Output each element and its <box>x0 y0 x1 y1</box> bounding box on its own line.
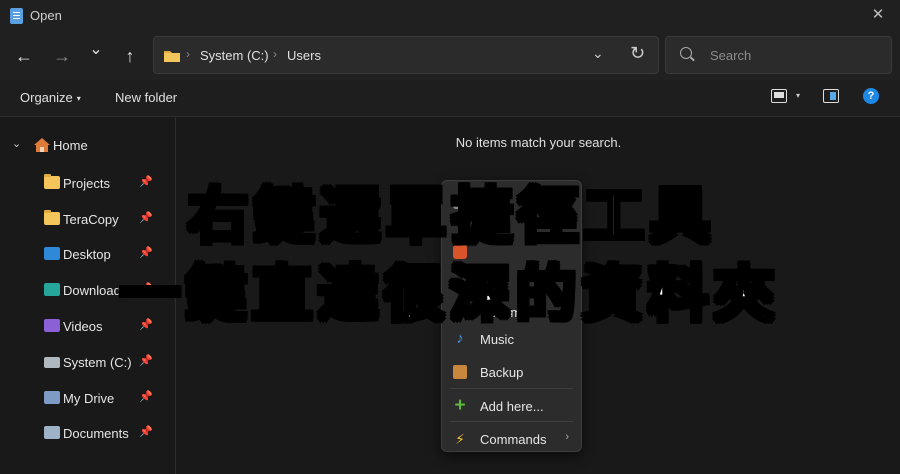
sidebar-item-documents[interactable]: Documents 📌 <box>0 419 170 447</box>
folder-icon <box>164 51 180 62</box>
menu-item-label: Backup <box>480 365 524 380</box>
notepad-icon <box>10 8 23 24</box>
sidebar-item-label: Documents <box>63 426 129 441</box>
menu-item-backup[interactable]: Backup <box>442 359 581 385</box>
menu-item-commands[interactable]: ⚡ Commands › <box>442 426 581 452</box>
sidebar-item-system-c[interactable]: System (C:) 📌 <box>0 348 170 376</box>
bolt-icon: ⚡ <box>455 431 465 447</box>
caret-down-icon: ▾ <box>76 94 81 104</box>
search-box[interactable]: Search <box>665 36 892 74</box>
search-placeholder: Search <box>710 48 752 63</box>
menu-separator <box>450 388 573 389</box>
menu-item-label: Music <box>480 332 514 347</box>
overlay-subheadline: 一鍵直達很深的資料夾 <box>119 259 780 332</box>
recent-locations-button[interactable]: ⌄ <box>82 36 110 64</box>
address-dropdown-button[interactable]: ⌄ <box>592 45 604 62</box>
help-button[interactable]: ? <box>863 88 879 104</box>
sidebar-item-home[interactable]: ⌄ Home <box>0 135 170 159</box>
sidebar-item-label: System (C:) <box>63 355 132 370</box>
search-icon <box>680 47 692 59</box>
back-button[interactable]: ← <box>10 42 38 70</box>
plus-icon: + <box>454 395 466 416</box>
refresh-button[interactable]: ↻ <box>630 43 645 64</box>
cloud-drive-icon <box>44 391 60 404</box>
view-options-caret-icon[interactable]: ▾ <box>796 91 800 100</box>
new-folder-button[interactable]: New folder <box>115 90 177 105</box>
chevron-right-icon: › <box>565 431 569 443</box>
music-icon: ♪ <box>456 330 464 347</box>
address-bar[interactable]: › System (C:) › Users ⌄ ↻ <box>153 36 659 74</box>
chevron-down-icon[interactable]: ⌄ <box>12 137 21 150</box>
preview-pane-icon[interactable] <box>823 89 839 103</box>
breadcrumb-separator: › <box>273 47 277 61</box>
documents-icon <box>44 426 60 439</box>
menu-separator <box>450 421 573 422</box>
menu-item-label: Add here... <box>480 399 544 414</box>
sidebar-item-label: Home <box>53 138 88 153</box>
home-icon <box>34 138 50 152</box>
empty-state-message: No items match your search. <box>455 135 622 150</box>
title-bar: Open ✕ <box>0 0 900 32</box>
command-toolbar: Organize ▾ New folder ▾ ? <box>0 80 900 117</box>
pin-icon[interactable]: 📌 <box>139 354 153 367</box>
pin-icon[interactable]: 📌 <box>139 425 153 438</box>
window-title: Open <box>30 8 62 23</box>
drive-icon <box>44 357 60 368</box>
change-view-icon[interactable] <box>771 89 787 103</box>
overlay-headline: 右鍵選單捷徑工具 <box>187 181 716 254</box>
breadcrumb-separator: › <box>186 47 190 61</box>
menu-item-add-here[interactable]: + Add here... <box>442 393 581 419</box>
box-icon <box>453 365 467 379</box>
forward-button[interactable]: → <box>48 42 76 70</box>
close-button[interactable]: ✕ <box>866 4 890 26</box>
pin-icon[interactable]: 📌 <box>139 390 153 403</box>
menu-item-label: Commands <box>480 432 547 447</box>
breadcrumb-users[interactable]: Users <box>287 48 321 63</box>
sidebar-item-my-drive[interactable]: My Drive 📌 <box>0 384 170 412</box>
up-button[interactable]: ↑ <box>116 42 144 70</box>
organize-menu[interactable]: Organize ▾ <box>20 90 81 105</box>
breadcrumb-system-c[interactable]: System (C:) <box>200 48 269 63</box>
organize-label: Organize <box>20 90 73 105</box>
navigation-bar: ← → ⌄ ↑ › System (C:) › Users ⌄ ↻ Search <box>0 32 900 80</box>
sidebar-item-label: My Drive <box>63 391 115 406</box>
